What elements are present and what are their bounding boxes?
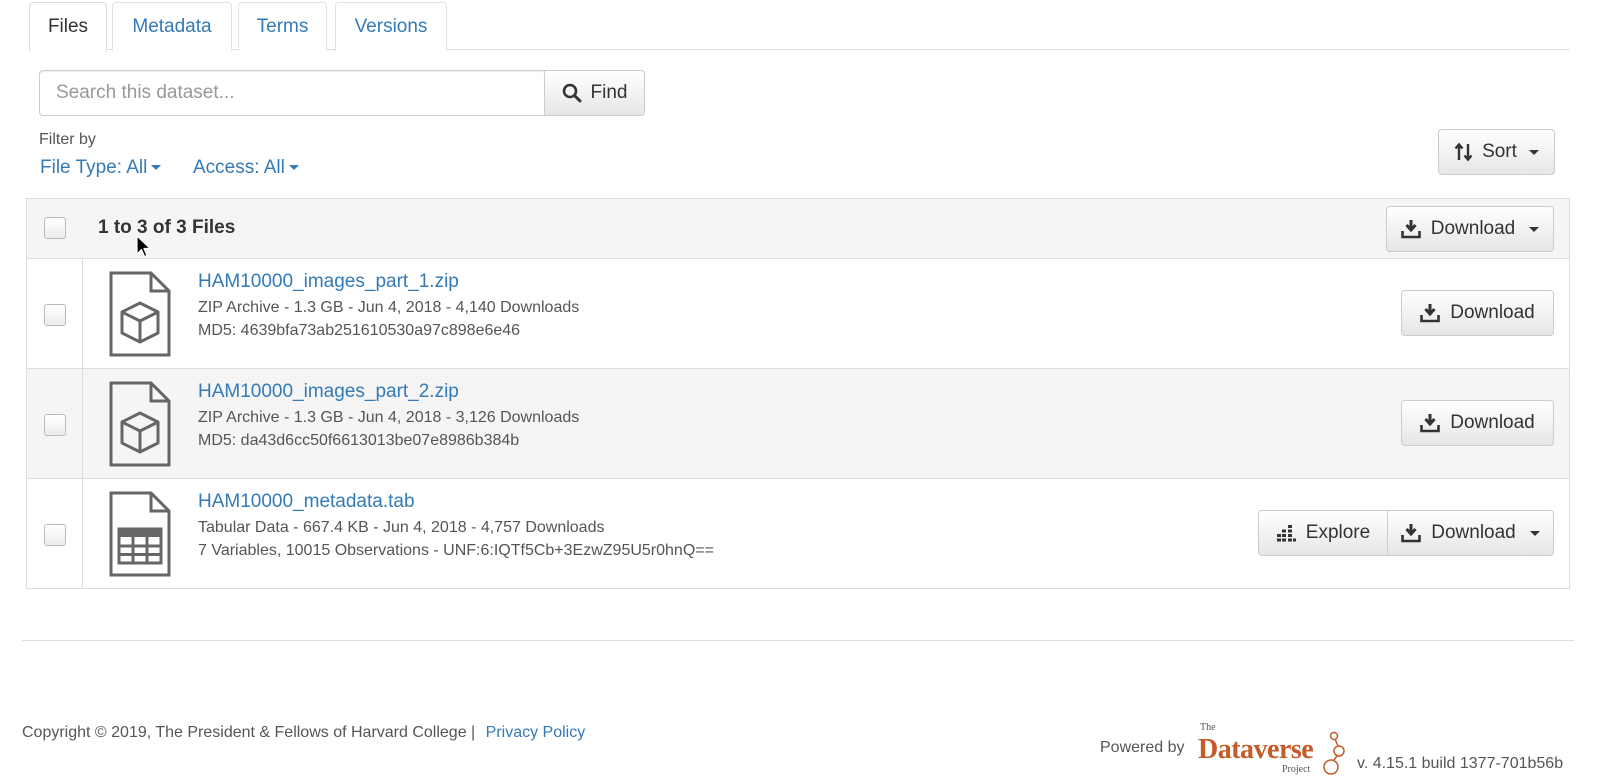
caret-down-icon: [1528, 149, 1539, 155]
copyright: Copyright © 2019, The President & Fellow…: [22, 724, 585, 742]
zip-archive-icon: [109, 271, 171, 357]
download-all-button[interactable]: Download: [1386, 206, 1554, 252]
download-button[interactable]: Download: [1401, 290, 1554, 336]
file-type-filter-label: File Type: All: [40, 157, 148, 178]
file-row: HAM10000_metadata.tab Tabular Data - 667…: [27, 479, 1569, 589]
file-name-link[interactable]: HAM10000_metadata.tab: [198, 491, 415, 513]
download-all-label: Download: [1430, 218, 1516, 239]
logo-name: Dataverse: [1198, 734, 1313, 765]
caret-down-icon: [1529, 226, 1540, 232]
tab-terms[interactable]: Terms: [238, 2, 327, 51]
file-hash: MD5: da43d6cc50f6613013be07e8986b384b: [198, 432, 520, 449]
file-name-link[interactable]: HAM10000_images_part_1.zip: [198, 271, 459, 293]
select-cell: [27, 369, 83, 478]
file-metadata: ZIP Archive - 1.3 GB - Jun 4, 2018 - 4,1…: [198, 296, 579, 342]
files-table: 1 to 3 of 3 Files Download HAM10000_imag…: [26, 198, 1570, 589]
download-label: Download: [1450, 302, 1535, 323]
mouse-cursor-icon: [136, 235, 151, 258]
file-metadata: ZIP Archive - 1.3 GB - Jun 4, 2018 - 3,1…: [198, 406, 579, 452]
sort-label: Sort: [1482, 141, 1517, 162]
caret-down-icon: [151, 165, 162, 171]
tab-versions[interactable]: Versions: [335, 2, 447, 51]
download-icon: [1420, 414, 1441, 433]
select-all-checkbox[interactable]: [44, 217, 66, 239]
file-name-link[interactable]: HAM10000_images_part_2.zip: [198, 381, 459, 403]
filter-by-label: Filter by: [39, 131, 96, 148]
tabular-data-icon: [109, 491, 171, 577]
zip-archive-icon: [109, 381, 171, 467]
file-details: Tabular Data - 667.4 KB - Jun 4, 2018 - …: [198, 519, 605, 536]
explore-button[interactable]: Explore: [1258, 510, 1388, 556]
select-cell: [27, 259, 83, 368]
caret-down-icon: [288, 165, 299, 171]
search-bar: Find: [39, 70, 645, 116]
powered-by-label: Powered by: [1100, 739, 1185, 756]
explore-icon: [1276, 525, 1296, 542]
file-row: HAM10000_images_part_1.zip ZIP Archive -…: [27, 259, 1569, 369]
access-filter[interactable]: Access: All: [193, 157, 299, 179]
logo-the: The: [1200, 722, 1216, 733]
file-checkbox[interactable]: [44, 414, 66, 436]
select-cell: [27, 479, 83, 589]
download-icon: [1400, 220, 1421, 239]
footer-divider: [22, 640, 1574, 641]
file-count: 1 to 3 of 3 Files: [98, 217, 236, 238]
find-label: Find: [590, 82, 628, 103]
file-row: HAM10000_images_part_2.zip ZIP Archive -…: [27, 369, 1569, 479]
select-all-cell: [27, 199, 83, 258]
download-label: Download: [1450, 412, 1535, 433]
explore-label: Explore: [1305, 522, 1371, 543]
download-icon: [1401, 524, 1422, 543]
file-hash: MD5: 4639bfa73ab251610530a97c898e6e46: [198, 322, 521, 339]
file-hash: 7 Variables, 10015 Observations - UNF:6:…: [198, 542, 714, 559]
download-dropdown-button[interactable]: Download: [1387, 510, 1554, 556]
logo-project: Project: [1282, 764, 1311, 775]
files-table-header: 1 to 3 of 3 Files Download: [27, 199, 1569, 259]
dataverse-logo[interactable]: The Dataverse Project: [1198, 720, 1356, 776]
access-filter-label: Access: All: [193, 157, 285, 178]
privacy-policy-link[interactable]: Privacy Policy: [486, 724, 586, 741]
file-details: ZIP Archive - 1.3 GB - Jun 4, 2018 - 4,1…: [198, 299, 580, 316]
caret-down-icon: [1529, 530, 1540, 536]
sort-button[interactable]: Sort: [1438, 129, 1555, 175]
tab-metadata[interactable]: Metadata: [112, 2, 232, 51]
download-label: Download: [1431, 522, 1516, 543]
tab-files[interactable]: Files: [29, 2, 107, 52]
file-details: ZIP Archive - 1.3 GB - Jun 4, 2018 - 3,1…: [198, 409, 580, 426]
file-checkbox[interactable]: [44, 524, 66, 546]
sort-icon: [1454, 142, 1473, 162]
download-button[interactable]: Download: [1401, 400, 1554, 446]
find-button[interactable]: Find: [544, 70, 645, 116]
file-metadata: Tabular Data - 667.4 KB - Jun 4, 2018 - …: [198, 516, 714, 562]
file-checkbox[interactable]: [44, 304, 66, 326]
version-label: v. 4.15.1 build 1377-701b56b: [1357, 755, 1564, 772]
download-icon: [1420, 304, 1441, 323]
search-icon: [562, 83, 582, 103]
copyright-text: Copyright © 2019, The President & Fellow…: [22, 724, 476, 741]
file-type-filter[interactable]: File Type: All: [40, 157, 162, 179]
search-input[interactable]: [39, 70, 545, 116]
dataset-tabs: Files Metadata Terms Versions: [29, 2, 1570, 52]
